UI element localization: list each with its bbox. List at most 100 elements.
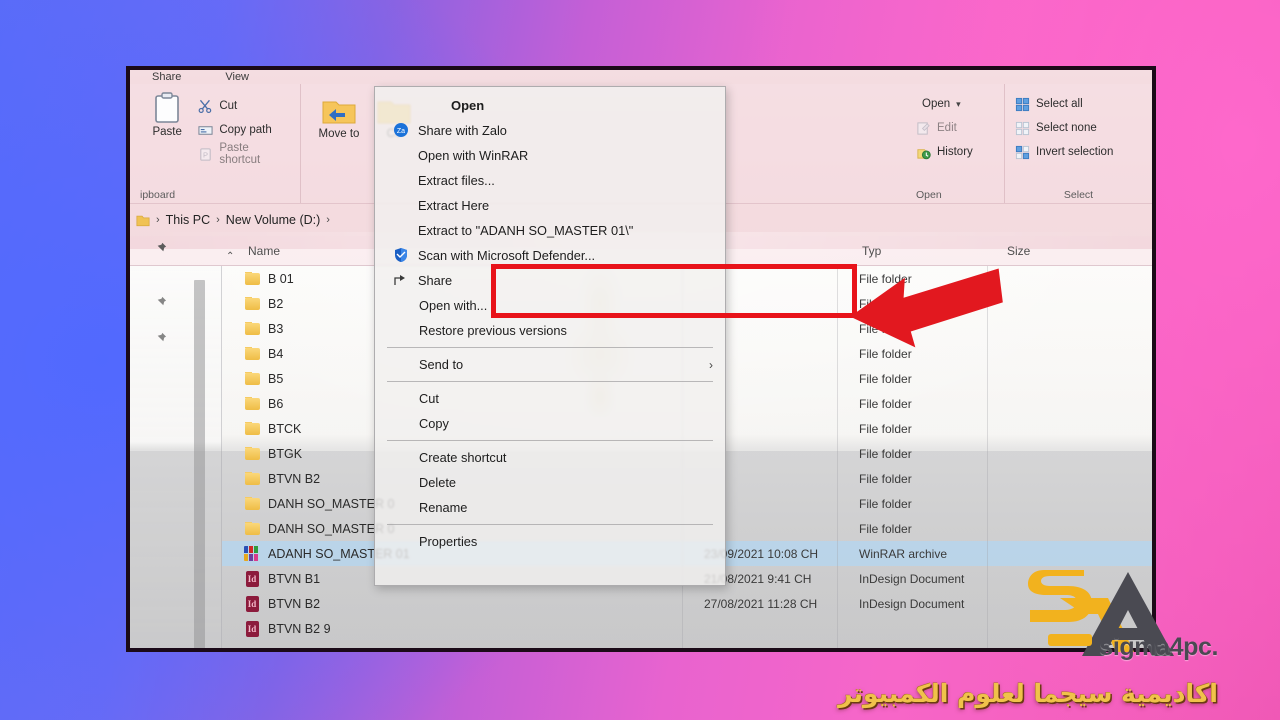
scissors-icon xyxy=(198,99,213,114)
ribbon-group-clipboard: Paste Cut Copy path P Paste shortcut ipb… xyxy=(130,84,300,203)
pin-icon[interactable] xyxy=(154,332,167,345)
menu-item[interactable]: Extract files... xyxy=(375,168,725,193)
clipboard-group-label: ipboard xyxy=(140,189,176,201)
file-name-label: B2 xyxy=(268,296,284,311)
file-name-label: B4 xyxy=(268,346,284,361)
history-icon xyxy=(916,145,931,160)
menu-item[interactable]: Copy xyxy=(375,411,725,436)
folder-icon xyxy=(244,421,260,435)
edit-button[interactable]: Edit xyxy=(916,116,994,140)
pin-icon[interactable] xyxy=(154,242,167,255)
winrar-icon xyxy=(244,546,260,561)
indesign-icon: Id xyxy=(244,595,260,612)
breadcrumb-this-pc[interactable]: This PC xyxy=(166,213,210,227)
file-name-label: B3 xyxy=(268,321,284,336)
menu-item[interactable]: Za Share with Zalo xyxy=(375,118,725,143)
sort-ascending-icon[interactable]: ⌃ xyxy=(226,251,234,262)
menu-item-label: Open with... xyxy=(419,298,488,313)
menu-item-label: Delete xyxy=(419,475,456,490)
menu-item-label: Restore previous versions xyxy=(419,323,567,338)
menu-item[interactable]: Cut xyxy=(375,386,725,411)
indesign-icon: Id xyxy=(244,570,260,587)
file-date-cell: 27/08/2021 11:28 CH xyxy=(704,596,818,611)
menu-separator xyxy=(387,347,713,348)
menu-item[interactable]: Extract to "ADANH SO_MASTER 01\" xyxy=(375,218,725,243)
table-row[interactable]: Id BTVN B2 27/08/2021 11:28 CH InDesign Doc… xyxy=(222,591,1152,616)
column-header-type[interactable]: Typ xyxy=(862,244,1007,258)
menu-item[interactable]: Restore previous versions xyxy=(375,318,725,343)
move-to-button[interactable]: Move to xyxy=(311,96,367,140)
breadcrumb-separator-3: › xyxy=(326,214,330,226)
menu-item[interactable]: Open with... xyxy=(375,293,725,318)
file-name-cell: Id BTVN B2 9 xyxy=(244,620,704,637)
indesign-icon: Id xyxy=(244,620,260,637)
history-button[interactable]: History xyxy=(916,140,994,164)
context-menu[interactable]: Open Za Share with Zalo Open with WinRAR Ext… xyxy=(374,86,726,586)
menu-item[interactable]: Properties xyxy=(375,529,725,554)
invert-selection-button[interactable]: Invert selection xyxy=(1015,140,1142,164)
menu-item-label: Open with WinRAR xyxy=(418,148,529,163)
open-button[interactable]: Open ▾ xyxy=(916,92,994,116)
menu-item[interactable]: Extract Here xyxy=(375,193,725,218)
breadcrumb-separator-2: › xyxy=(216,214,220,226)
vertical-scrollbar[interactable] xyxy=(194,280,205,648)
history-label: History xyxy=(937,146,973,158)
file-name-label: B6 xyxy=(268,396,284,411)
copy-path-button[interactable]: Copy path xyxy=(198,118,290,142)
tab-view[interactable]: View xyxy=(225,71,249,84)
paste-label: Paste xyxy=(152,126,182,138)
column-header-size[interactable]: Size xyxy=(1007,244,1097,258)
menu-item[interactable]: Open with WinRAR xyxy=(375,143,725,168)
winrar-icon xyxy=(393,172,410,189)
clipboard-icon xyxy=(154,92,180,124)
menu-item-label: Properties xyxy=(419,534,478,549)
file-name-label: BTCK xyxy=(268,421,302,436)
menu-item[interactable]: Open xyxy=(375,93,725,118)
open-group-label: Open xyxy=(916,189,942,201)
paste-shortcut-button[interactable]: P Paste shortcut xyxy=(198,142,290,166)
menu-item-label: Send to xyxy=(419,357,464,372)
pin-icon[interactable] xyxy=(154,296,167,309)
copy-path-icon xyxy=(198,123,213,138)
defender-shield-icon xyxy=(393,247,410,264)
menu-item[interactable]: Create shortcut xyxy=(375,445,725,470)
menu-separator xyxy=(387,381,713,382)
ribbon-tab-strip: Share View xyxy=(130,70,1152,84)
menu-item[interactable]: Scan with Microsoft Defender... xyxy=(375,243,725,268)
file-name-label: BTGK xyxy=(268,446,303,461)
select-none-button[interactable]: Select none xyxy=(1015,116,1142,140)
file-name-label: BTVN B2 xyxy=(268,471,321,486)
winrar-icon xyxy=(393,147,410,164)
cut-label: Cut xyxy=(219,100,238,112)
move-to-label: Move to xyxy=(319,128,360,140)
brand-suffix: . xyxy=(1211,633,1218,661)
folder-icon xyxy=(244,371,260,385)
ribbon-group-select: Select all Select none Invert selection … xyxy=(1004,84,1152,203)
menu-item-label: Extract Here xyxy=(418,198,490,213)
annotation-arrow xyxy=(848,261,1008,349)
folder-icon xyxy=(244,321,260,335)
menu-item[interactable]: Send to › xyxy=(375,352,725,377)
cut-button[interactable]: Cut xyxy=(198,94,290,118)
tab-share[interactable]: Share xyxy=(152,71,181,84)
breadcrumb-new-volume[interactable]: New Volume (D:) xyxy=(226,213,320,227)
menu-item[interactable]: Share xyxy=(375,268,725,293)
menu-item[interactable]: Rename xyxy=(375,495,725,520)
menu-item[interactable]: Delete xyxy=(375,470,725,495)
chevron-down-icon[interactable]: ▾ xyxy=(956,99,961,110)
select-none-label: Select none xyxy=(1036,122,1097,134)
navigation-pane[interactable] xyxy=(130,242,222,648)
edit-icon xyxy=(916,121,931,136)
select-group-label: Select xyxy=(1063,189,1094,201)
paste-button[interactable]: Paste xyxy=(140,92,194,138)
menu-item-label: Scan with Microsoft Defender... xyxy=(418,248,596,263)
folder-icon xyxy=(136,214,150,227)
folder-icon xyxy=(244,496,260,510)
select-all-button[interactable]: Select all xyxy=(1015,92,1142,116)
menu-item-label: Rename xyxy=(419,500,468,515)
winrar-icon xyxy=(393,222,410,239)
brand-text: sigma4pc. xyxy=(1099,633,1218,662)
folder-icon xyxy=(244,346,260,360)
table-row[interactable]: Id BTVN B2 9 xyxy=(222,616,1152,641)
column-divider[interactable] xyxy=(837,266,838,648)
